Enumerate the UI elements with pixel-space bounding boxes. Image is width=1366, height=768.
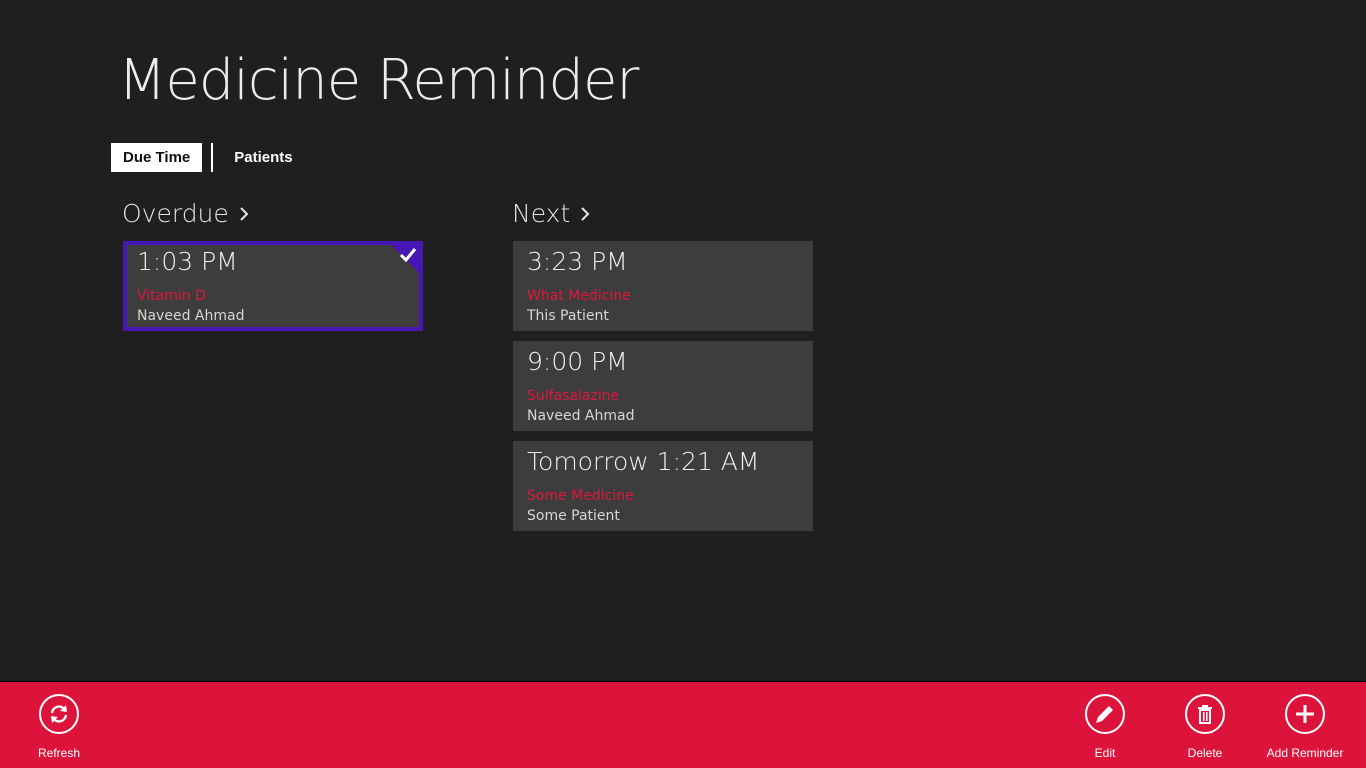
delete-label: Delete xyxy=(1187,746,1223,760)
reminder-medicine: What Medicine xyxy=(527,288,631,304)
group-header-overdue[interactable]: Overdue xyxy=(122,197,251,229)
plus-icon xyxy=(1296,705,1314,723)
page-title: Medicine Reminder xyxy=(118,48,639,113)
reminder-medicine: Some Medicine xyxy=(527,488,634,504)
checkmark-icon xyxy=(399,248,417,263)
group-header-next-label: Next xyxy=(512,198,571,228)
app-bar: Refresh Edit Delete Add Reminder xyxy=(0,681,1366,768)
view-tabs: Due Time Patients xyxy=(111,143,305,172)
reminder-patient: Naveed Ahmad xyxy=(137,308,245,324)
tab-patients[interactable]: Patients xyxy=(222,143,304,172)
refresh-button[interactable]: Refresh xyxy=(19,694,99,760)
add-reminder-label: Add Reminder xyxy=(1266,746,1344,760)
add-reminder-button[interactable]: Add Reminder xyxy=(1265,694,1345,760)
refresh-label: Refresh xyxy=(37,746,81,760)
add-reminder-button-circle xyxy=(1285,694,1325,734)
chevron-right-icon xyxy=(240,207,249,221)
group-next: Next xyxy=(512,197,592,229)
tab-due-time[interactable]: Due Time xyxy=(111,143,203,172)
delete-button[interactable]: Delete xyxy=(1165,694,1245,760)
app-window: Medicine Reminder Due Time Patients Over… xyxy=(0,0,1366,768)
group-overdue: Overdue xyxy=(122,197,251,229)
reminder-patient: This Patient xyxy=(527,308,609,324)
group-header-overdue-label: Overdue xyxy=(122,198,229,228)
reminder-time: Tomorrow 1:21 AM xyxy=(527,447,760,476)
refresh-button-circle xyxy=(39,694,79,734)
pencil-icon xyxy=(1096,706,1113,723)
reminder-patient: Naveed Ahmad xyxy=(527,408,635,424)
reminder-medicine: Vitamin D xyxy=(137,288,206,304)
reminder-time: 1:03 PM xyxy=(137,247,238,276)
reminder-patient: Some Patient xyxy=(527,508,620,524)
group-header-next[interactable]: Next xyxy=(512,197,592,229)
reminder-time: 3:23 PM xyxy=(527,247,628,276)
delete-button-circle xyxy=(1185,694,1225,734)
chevron-right-icon xyxy=(581,207,590,221)
edit-label: Edit xyxy=(1094,746,1116,760)
refresh-icon xyxy=(50,705,68,723)
reminder-medicine: Sulfasalazine xyxy=(527,388,620,404)
tab-divider xyxy=(211,143,214,172)
reminder-card-next-2[interactable]: 9:00 PM Sulfasalazine Naveed Ahmad xyxy=(513,341,813,431)
reminder-time: 9:00 PM xyxy=(527,347,628,376)
reminder-card-overdue[interactable]: 1:03 PM Vitamin D Naveed Ahmad xyxy=(123,241,423,331)
trash-icon xyxy=(1198,705,1212,724)
edit-button-circle xyxy=(1085,694,1125,734)
reminder-card-next-3[interactable]: Tomorrow 1:21 AM Some Medicine Some Pati… xyxy=(513,441,813,531)
reminder-card-next-1[interactable]: 3:23 PM What Medicine This Patient xyxy=(513,241,813,331)
edit-button[interactable]: Edit xyxy=(1065,694,1145,760)
